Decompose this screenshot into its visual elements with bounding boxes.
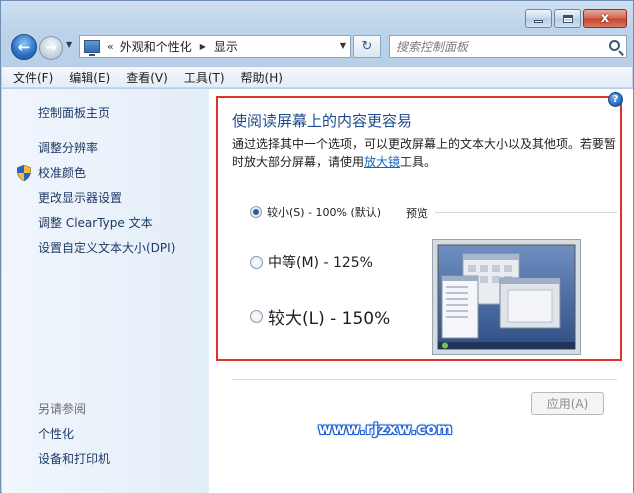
menu-edit[interactable]: 编辑(E) bbox=[69, 69, 110, 86]
sidebar-link-custom-text-size[interactable]: 设置自定义文本大小(DPI) bbox=[38, 239, 175, 256]
uac-shield-icon bbox=[17, 165, 31, 181]
preview-illustration bbox=[433, 240, 580, 354]
menu-tools[interactable]: 工具(T) bbox=[184, 69, 225, 86]
radio-larger[interactable] bbox=[250, 310, 263, 323]
sidebar-link-calibrate-color[interactable]: 校准颜色 bbox=[38, 164, 86, 181]
radio-smaller[interactable] bbox=[250, 206, 262, 218]
see-also-heading: 另请参阅 bbox=[38, 402, 87, 416]
minimize-icon bbox=[534, 19, 543, 23]
back-button[interactable]: ← bbox=[11, 34, 37, 60]
address-overflow-chevron[interactable]: « bbox=[107, 40, 114, 53]
address-bar[interactable]: « 外观和个性化 ▶ 显示 ▼ bbox=[79, 35, 351, 58]
navigation-bar: ← → ▼ « 外观和个性化 ▶ 显示 ▼ ↻ bbox=[9, 34, 629, 60]
main-content: ? 使阅读屏幕上的内容更容易 通过选择其中一个选项，可以更改屏幕上的文本大小以及… bbox=[209, 89, 633, 493]
sidebar-link-change-display-settings[interactable]: 更改显示器设置 bbox=[38, 189, 122, 206]
watermark: www.rjzxw.com bbox=[318, 420, 453, 438]
back-arrow-icon: ← bbox=[17, 37, 31, 56]
breadcrumb-arrow-icon[interactable]: ▶ bbox=[200, 42, 206, 51]
menu-bar: 文件(F) 编辑(E) 查看(V) 工具(T) 帮助(H) bbox=[2, 66, 632, 88]
radio-medium[interactable] bbox=[250, 255, 263, 269]
page-title: 使阅读屏幕上的内容更容易 bbox=[232, 112, 413, 130]
close-button[interactable]: x bbox=[583, 9, 627, 28]
menu-file[interactable]: 文件(F) bbox=[13, 69, 53, 86]
sidebar-link-adjust-resolution[interactable]: 调整分辨率 bbox=[38, 139, 98, 156]
close-icon: x bbox=[600, 11, 610, 26]
recent-pages-dropdown-icon[interactable]: ▼ bbox=[66, 40, 72, 49]
description-text-end: 工具。 bbox=[400, 155, 437, 169]
sidebar-link-devices-printers[interactable]: 设备和打印机 bbox=[38, 450, 110, 467]
search-box bbox=[389, 35, 627, 58]
text-size-preview-image bbox=[432, 239, 581, 355]
search-icon[interactable] bbox=[609, 40, 620, 51]
forward-arrow-icon: → bbox=[45, 40, 57, 56]
option-medium-label: 中等(M) - 125% bbox=[268, 255, 373, 271]
breadcrumb-appearance[interactable]: 外观和个性化 bbox=[120, 38, 192, 55]
sidebar-link-adjust-cleartype[interactable]: 调整 ClearType 文本 bbox=[38, 214, 153, 231]
menu-help[interactable]: 帮助(H) bbox=[241, 69, 283, 86]
preview-label: 预览 bbox=[406, 207, 428, 220]
option-medium[interactable]: 中等(M) - 125% bbox=[250, 252, 373, 272]
breadcrumb-display[interactable]: 显示 bbox=[214, 38, 238, 55]
option-larger[interactable]: 较大(L) - 150% bbox=[250, 304, 390, 329]
sidebar-link-control-panel-home[interactable]: 控制面板主页 bbox=[38, 104, 110, 121]
refresh-button[interactable]: ↻ bbox=[353, 35, 381, 58]
search-input[interactable] bbox=[396, 39, 596, 54]
menu-view[interactable]: 查看(V) bbox=[126, 69, 168, 86]
page-description: 通过选择其中一个选项，可以更改屏幕上的文本大小以及其他项。若要暂时放大部分屏幕，… bbox=[232, 135, 622, 171]
minimize-button[interactable] bbox=[525, 9, 552, 28]
apply-button[interactable]: 应用(A) bbox=[531, 392, 604, 415]
content-divider bbox=[232, 379, 617, 380]
control-panel-window: x ← → ▼ « 外观和个性化 ▶ 显示 ▼ ↻ 文件(F) 编辑(E) 查看… bbox=[0, 0, 634, 493]
maximize-button[interactable] bbox=[554, 9, 581, 28]
sidebar-link-personalization[interactable]: 个性化 bbox=[38, 425, 74, 442]
address-dropdown-icon[interactable]: ▼ bbox=[340, 41, 346, 50]
magnifier-link[interactable]: 放大镜 bbox=[364, 155, 400, 169]
option-smaller-label: 较小(S) - 100% (默认) bbox=[267, 206, 382, 219]
option-larger-label: 较大(L) - 150% bbox=[268, 309, 391, 329]
preview-divider bbox=[435, 212, 617, 213]
control-panel-icon bbox=[84, 40, 100, 56]
option-smaller[interactable]: 较小(S) - 100% (默认) bbox=[250, 204, 381, 220]
forward-button[interactable]: → bbox=[39, 36, 63, 60]
help-icon[interactable]: ? bbox=[608, 92, 623, 107]
task-sidebar: 控制面板主页 调整分辨率 校准颜色 更改显示器设置 调整 ClearType 文… bbox=[2, 89, 209, 493]
maximize-icon bbox=[562, 14, 573, 23]
refresh-icon: ↻ bbox=[361, 39, 373, 54]
caption-buttons: x bbox=[525, 9, 627, 28]
